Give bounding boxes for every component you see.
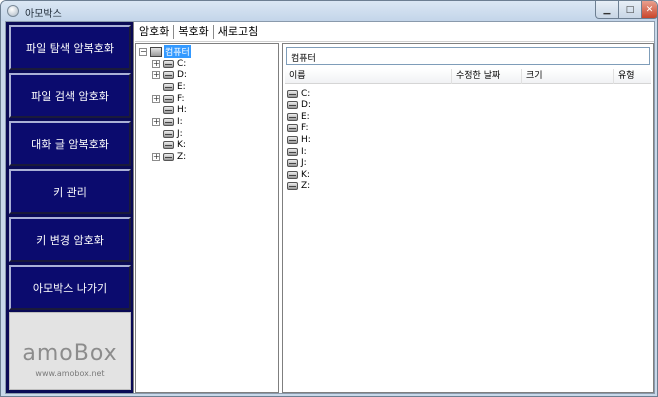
collapse-icon[interactable]: − (139, 47, 147, 56)
toolbar: 암호화 복호화 새로고침 (135, 22, 654, 42)
tree-item-label[interactable]: I: (177, 117, 183, 127)
logo-url: www.amobox.net (35, 369, 105, 378)
column-type[interactable]: 유형 (614, 69, 651, 84)
list-item-label: C: (301, 88, 311, 99)
expand-icon[interactable]: + (152, 94, 160, 103)
tree-item-label[interactable]: F: (177, 94, 185, 104)
maximize-button[interactable]: □ (618, 1, 642, 19)
drive-icon (163, 71, 174, 80)
drive-icon (163, 82, 174, 91)
text-encrypt-button[interactable]: 대화 글 암복호화 (9, 121, 131, 166)
tree-item-drive[interactable]: + C: (152, 58, 186, 69)
tree-item-label[interactable]: J: (177, 129, 183, 139)
client-area: 파일 탐색 암복호화 파일 검색 암호화 대화 글 암복호화 키 관리 키 변경… (5, 21, 655, 394)
tree-item-label[interactable]: C: (177, 59, 186, 69)
list-item[interactable]: F: (287, 123, 309, 134)
list-item[interactable]: I: (287, 146, 307, 157)
file-list-pane: 컴퓨터 이름 수정한 날짜 크기 유형 C: D: E: F: H: I: J: K: Z: (282, 43, 654, 393)
expand-icon[interactable]: + (152, 118, 160, 126)
drive-icon (163, 129, 174, 138)
expand-icon[interactable]: + (152, 71, 160, 80)
folder-tree[interactable]: − 컴퓨터 + C: + D: E: + F: H: + I: J: K: + Z: (135, 43, 279, 393)
close-button[interactable]: ✕ (641, 1, 657, 19)
column-size[interactable]: 크기 (522, 69, 614, 84)
drive-icon (287, 182, 298, 191)
list-item-label: Z: (301, 181, 311, 192)
list-item-label: E: (301, 111, 310, 122)
drive-icon (287, 170, 298, 179)
logo-text: amoBox (22, 341, 118, 366)
tree-item-label[interactable]: E: (177, 82, 186, 92)
refresh-menu[interactable]: 새로고침 (214, 25, 262, 39)
tree-item-label[interactable]: D: (177, 70, 187, 80)
tree-item-drive[interactable]: E: (152, 81, 186, 92)
drive-icon (163, 153, 174, 162)
computer-icon (150, 46, 162, 57)
drive-icon (287, 135, 298, 144)
expand-icon[interactable]: + (152, 153, 160, 162)
tree-item-drive[interactable]: + F: (152, 93, 185, 104)
list-item-label: K: (301, 169, 310, 180)
tree-item-drive[interactable]: J: (152, 128, 183, 139)
tree-item-drive[interactable]: + D: (152, 70, 187, 81)
list-item[interactable]: D: (287, 100, 311, 111)
drive-icon (287, 101, 298, 110)
list-item-label: D: (301, 100, 311, 111)
title-bar: 아모박스 ▁ □ ✕ (1, 1, 657, 21)
sidebar: 파일 탐색 암복호화 파일 검색 암호화 대화 글 암복호화 키 관리 키 변경… (6, 22, 134, 393)
list-header: 이름 수정한 날짜 크기 유형 (285, 69, 651, 84)
list-item[interactable]: H: (287, 134, 311, 145)
logo: amoBox www.amobox.net (9, 312, 131, 390)
tree-item-label[interactable]: K: (177, 140, 186, 150)
tree-item-drive[interactable]: H: (152, 105, 187, 116)
list-item-label: F: (301, 123, 309, 134)
drive-icon (287, 147, 298, 156)
drive-icon (163, 141, 174, 150)
drive-icon (287, 112, 298, 121)
list-item[interactable]: E: (287, 111, 310, 122)
exit-button[interactable]: 아모박스 나가기 (9, 265, 131, 310)
drive-icon (287, 159, 298, 168)
window-title: 아모박스 (25, 9, 62, 20)
tree-item-drive[interactable]: K: (152, 140, 186, 151)
tree-item-drive[interactable]: + Z: (152, 152, 186, 163)
list-item-label: J: (301, 158, 307, 169)
decrypt-menu[interactable]: 복호화 (174, 24, 214, 39)
key-management-button[interactable]: 키 관리 (9, 169, 131, 214)
minimize-button[interactable]: ▁ (595, 1, 619, 19)
expand-icon[interactable]: + (152, 59, 160, 68)
list-item[interactable]: J: (287, 158, 307, 169)
drive-icon (287, 124, 298, 133)
path-field[interactable]: 컴퓨터 (286, 47, 650, 65)
app-window: 아모박스 ▁ □ ✕ 파일 탐색 암복호화 파일 검색 암호화 대화 글 암복호… (0, 0, 658, 397)
list-item[interactable]: C: (287, 88, 310, 99)
drive-icon (287, 89, 298, 98)
tree-item-drive[interactable]: + I: (152, 117, 183, 128)
list-item-label: I: (301, 146, 307, 157)
drive-icon (163, 106, 174, 115)
tree-root[interactable]: − 컴퓨터 (139, 45, 191, 58)
key-change-encrypt-button[interactable]: 키 변경 암호화 (9, 217, 131, 262)
file-search-encrypt-button[interactable]: 파일 검색 암호화 (9, 73, 131, 118)
column-name[interactable]: 이름 (285, 69, 452, 84)
tree-item-label[interactable]: H: (177, 105, 187, 115)
encrypt-menu[interactable]: 암호화 (135, 24, 175, 39)
list-item[interactable]: Z: (287, 181, 310, 192)
list-item-label: H: (301, 134, 311, 145)
tree-root-label[interactable]: 컴퓨터 (164, 45, 191, 58)
app-icon[interactable] (7, 5, 19, 17)
file-explore-encrypt-button[interactable]: 파일 탐색 암복호화 (9, 25, 131, 70)
drive-icon (163, 118, 174, 126)
column-modified[interactable]: 수정한 날짜 (452, 69, 522, 84)
drive-icon (163, 59, 174, 68)
drive-icon (163, 94, 174, 103)
list-item[interactable]: K: (287, 169, 310, 180)
tree-item-label[interactable]: Z: (177, 152, 186, 162)
